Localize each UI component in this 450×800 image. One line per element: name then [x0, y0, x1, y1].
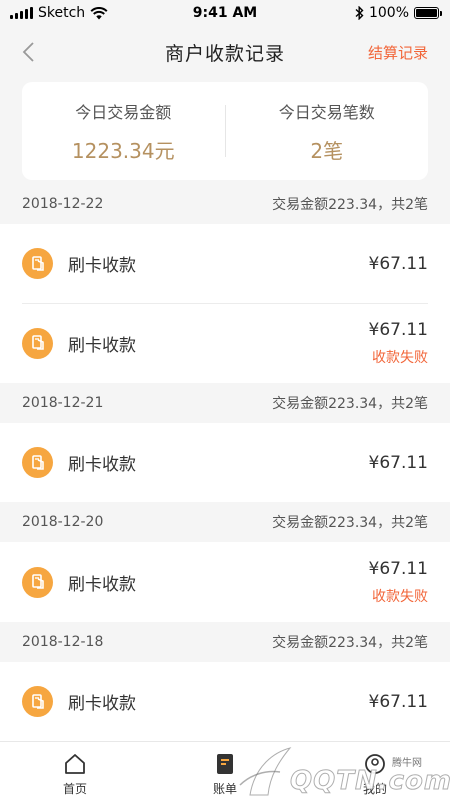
tab-bill-label: 账单 — [212, 782, 237, 796]
transaction-amount: ¥67.11 — [368, 558, 428, 579]
transaction-name: 刷卡收款 — [68, 455, 136, 475]
transaction-row[interactable]: 刷卡收款 ¥67.11 — [0, 224, 450, 303]
date-label: 2018-12-22 — [22, 196, 104, 212]
card-payment-icon — [22, 686, 53, 717]
tab-home-label: 首页 — [62, 782, 87, 796]
date-header: 2018-12-20 交易金额223.34，共2笔 — [0, 502, 450, 542]
back-chevron-icon[interactable] — [18, 40, 42, 64]
transaction-group: 刷卡收款 ¥67.11 — [0, 662, 450, 741]
card-payment-icon — [22, 566, 53, 598]
date-total: 交易金额223.34，共2笔 — [272, 635, 428, 651]
signal-icon — [10, 7, 33, 19]
today-count-value: 2笔 — [310, 138, 344, 163]
transaction-right: ¥67.11 — [369, 453, 428, 473]
today-count-label: 今日交易笔数 — [278, 102, 375, 122]
status-bar: Sketch 9:41 AM 100% — [0, 0, 450, 26]
bill-icon — [212, 751, 238, 777]
transaction-name: 刷卡收款 — [68, 335, 136, 356]
transaction-name: 刷卡收款 — [68, 256, 136, 276]
transaction-amount: ¥67.11 — [368, 253, 428, 274]
transaction-row[interactable]: 刷卡收款 ¥67.11 — [0, 423, 450, 502]
date-header: 2018-12-22 交易金额223.34，共2笔 — [0, 184, 450, 224]
transaction-row[interactable]: 刷卡收款 ¥67.11 — [0, 662, 450, 741]
summary-card: 今日交易金额 1223.34元 今日交易笔数 2笔 — [22, 82, 428, 180]
transaction-row[interactable]: 刷卡收款 ¥67.11 收款失败 — [0, 303, 450, 383]
transaction-name: 刷卡收款 — [68, 694, 136, 714]
transaction-status: 收款失败 — [372, 588, 428, 605]
transaction-amount: ¥67.11 — [368, 452, 428, 473]
date-label: 2018-12-20 — [22, 514, 104, 530]
card-payment-icon — [22, 248, 53, 279]
transaction-right: ¥67.11 收款失败 — [369, 559, 428, 606]
status-right: 100% — [355, 5, 442, 21]
transaction-amount: ¥67.11 — [368, 691, 428, 712]
tab-bill[interactable]: 账单 — [150, 742, 300, 800]
transaction-amount: ¥67.11 — [368, 319, 428, 340]
card-payment-icon — [22, 327, 53, 359]
transaction-row[interactable]: 刷卡收款 ¥67.11 收款失败 — [0, 542, 450, 622]
card-payment-icon — [22, 447, 53, 478]
tab-home[interactable]: 首页 — [0, 742, 150, 800]
today-amount-block: 今日交易金额 1223.34元 — [22, 99, 225, 164]
date-total: 交易金额223.34，共2笔 — [272, 197, 428, 213]
transaction-group: 刷卡收款 ¥67.11 — [0, 423, 450, 502]
bluetooth-icon — [355, 6, 364, 20]
date-total: 交易金额223.34，共2笔 — [272, 515, 428, 531]
date-header: 2018-12-18 交易金额223.34，共2笔 — [0, 622, 450, 662]
transaction-group: 刷卡收款 ¥67.11 收款失败 — [0, 542, 450, 622]
date-label: 2018-12-21 — [22, 395, 104, 411]
transaction-right: ¥67.11 收款失败 — [369, 320, 428, 367]
transaction-list: 2018-12-22 交易金额223.34，共2笔 刷卡收款 ¥67.11 刷卡… — [0, 184, 450, 741]
transaction-right: ¥67.11 — [369, 254, 428, 274]
page-title: 商户收款记录 — [164, 42, 285, 65]
status-left: Sketch — [10, 5, 108, 21]
transaction-name: 刷卡收款 — [68, 574, 136, 595]
battery-icon — [414, 7, 442, 19]
nav-bar: 商户收款记录 结算记录 — [0, 26, 450, 78]
home-icon — [62, 751, 88, 777]
transaction-status: 收款失败 — [372, 349, 428, 366]
date-label: 2018-12-18 — [22, 634, 104, 650]
settlement-records-link[interactable]: 结算记录 — [368, 42, 428, 63]
today-amount-label: 今日交易金额 — [75, 102, 172, 122]
battery-percent: 100% — [368, 5, 409, 21]
date-total: 交易金额223.34，共2笔 — [272, 396, 428, 412]
watermark-main-text: QQTN.com — [290, 766, 450, 797]
today-count-block: 今日交易笔数 2笔 — [226, 99, 429, 164]
wifi-icon — [90, 6, 108, 19]
transaction-group: 刷卡收款 ¥67.11 刷卡收款 ¥67.11 收款失败 — [0, 224, 450, 383]
today-amount-value: 1223.34元 — [71, 138, 175, 163]
transaction-right: ¥67.11 — [369, 692, 428, 712]
date-header: 2018-12-21 交易金额223.34，共2笔 — [0, 383, 450, 423]
carrier-label: Sketch — [38, 5, 86, 21]
